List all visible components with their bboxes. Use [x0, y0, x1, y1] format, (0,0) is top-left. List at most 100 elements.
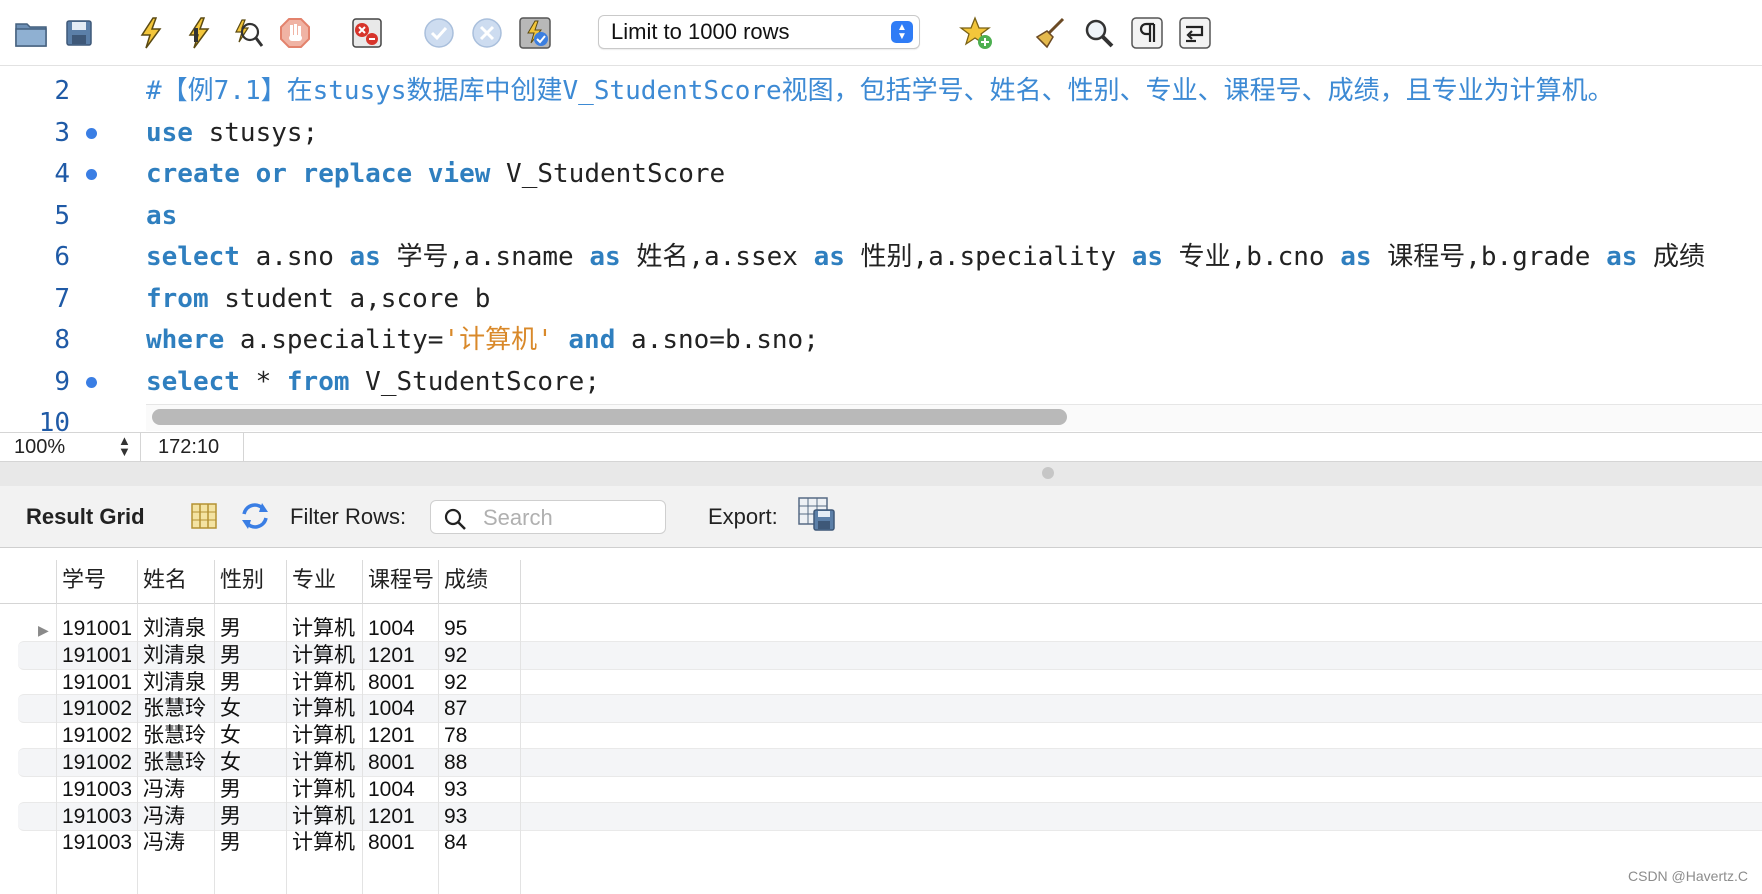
- table-row[interactable]: 191001 刘清泉男 计算机 8001 92: [0, 668, 1762, 698]
- table-cell[interactable]: 计算机: [292, 643, 355, 669]
- table-cell[interactable]: 计算机: [292, 777, 355, 803]
- table-cell[interactable]: 刘清泉: [143, 643, 206, 669]
- table-cell[interactable]: 张慧玲: [143, 696, 206, 722]
- code-line[interactable]: 2 #【例7.1】在stusys数据库中创建V_StudentScore视图，包括…: [0, 70, 1762, 112]
- table-cell[interactable]: 92: [444, 643, 467, 669]
- code-line[interactable]: 4 create or replace view V_StudentScore: [0, 153, 1762, 195]
- table-cell[interactable]: 1201: [368, 723, 415, 749]
- table-cell[interactable]: 78: [444, 723, 467, 749]
- table-cell[interactable]: 1004: [368, 696, 415, 722]
- commit-icon[interactable]: [420, 14, 458, 52]
- table-cell[interactable]: 1201: [368, 643, 415, 669]
- table-cell[interactable]: 女: [220, 750, 241, 776]
- table-cell[interactable]: 1004: [368, 616, 415, 642]
- table-row[interactable]: 191003 冯涛 男 计算机 8001 84: [0, 828, 1762, 858]
- table-cell[interactable]: 88: [444, 750, 467, 776]
- table-row[interactable]: 191002 张慧玲女 计算机 8001 88: [0, 748, 1762, 778]
- table-cell[interactable]: 女: [220, 723, 241, 749]
- table-cell[interactable]: 男: [220, 830, 241, 856]
- code-line[interactable]: 8 where a.speciality='计算机' and a.sno=b.sn…: [0, 319, 1762, 361]
- table-cell[interactable]: 93: [444, 777, 467, 803]
- table-cell[interactable]: 95: [444, 616, 467, 642]
- table-cell[interactable]: 计算机: [292, 696, 355, 722]
- table-cell[interactable]: 191002: [62, 750, 132, 776]
- table-cell[interactable]: 男: [220, 777, 241, 803]
- open-folder-icon[interactable]: [12, 14, 50, 52]
- explain-icon[interactable]: [228, 14, 266, 52]
- code-line[interactable]: 7 from student a,score b: [0, 278, 1762, 320]
- limit-rows-select[interactable]: Limit to 1000 rows ▲ ▼: [598, 15, 920, 49]
- table-row[interactable]: ▶ 191001 刘清泉男 计算机 1004 95: [0, 614, 1762, 644]
- statement-marker-icon[interactable]: [86, 169, 97, 180]
- table-cell[interactable]: 男: [220, 643, 241, 669]
- save-icon[interactable]: [60, 14, 98, 52]
- column-divider[interactable]: [286, 560, 287, 604]
- table-cell[interactable]: 计算机: [292, 804, 355, 830]
- rollback-icon[interactable]: [468, 14, 506, 52]
- find-icon[interactable]: [1080, 14, 1118, 52]
- table-cell[interactable]: 男: [220, 670, 241, 696]
- editor-scroll-thumb[interactable]: [152, 409, 1067, 425]
- table-cell[interactable]: 冯涛: [143, 830, 185, 856]
- column-toggle-icon[interactable]: [190, 501, 218, 536]
- table-row[interactable]: 191003 冯涛 男 计算机 1201 93: [0, 801, 1762, 832]
- column-divider[interactable]: [362, 560, 363, 604]
- column-divider[interactable]: [214, 560, 215, 604]
- table-cell[interactable]: 刘清泉: [143, 670, 206, 696]
- column-divider[interactable]: [520, 560, 521, 604]
- table-cell[interactable]: 191003: [62, 777, 132, 803]
- table-cell[interactable]: 张慧玲: [143, 723, 206, 749]
- table-cell[interactable]: 92: [444, 670, 467, 696]
- bookmark-icon[interactable]: [958, 14, 996, 52]
- code-line[interactable]: 3 use stusys;: [0, 112, 1762, 154]
- refresh-icon[interactable]: [238, 500, 272, 537]
- execute-current-icon[interactable]: [180, 14, 218, 52]
- result-grid[interactable]: 学号 姓名 性别 专业 课程号 成绩 ▶ 191001 刘清泉男计算机 1004 95 191001…: [0, 548, 1762, 894]
- table-cell[interactable]: 冯涛: [143, 777, 185, 803]
- table-cell[interactable]: 191001: [62, 670, 132, 696]
- zoom-stepper-icon[interactable]: ▲ ▼: [118, 434, 131, 458]
- table-cell[interactable]: 1004: [368, 777, 415, 803]
- code-line[interactable]: 9 select * from V_StudentScore;: [0, 361, 1762, 403]
- column-header[interactable]: 性别: [220, 562, 264, 594]
- table-cell[interactable]: 计算机: [292, 723, 355, 749]
- beautify-icon[interactable]: [1032, 14, 1070, 52]
- table-cell[interactable]: 计算机: [292, 616, 355, 642]
- table-cell[interactable]: 191002: [62, 723, 132, 749]
- zoom-level[interactable]: 100%: [14, 436, 65, 459]
- column-header[interactable]: 专业: [292, 562, 336, 594]
- autocommit-icon[interactable]: [516, 14, 554, 52]
- filter-search-input[interactable]: [481, 504, 665, 532]
- statement-marker-icon[interactable]: [86, 376, 97, 388]
- word-wrap-icon[interactable]: [1176, 14, 1214, 52]
- table-cell[interactable]: 191003: [62, 830, 132, 856]
- table-cell[interactable]: 87: [444, 696, 467, 722]
- table-cell[interactable]: 8001: [368, 670, 415, 696]
- statement-marker-icon[interactable]: [86, 127, 97, 139]
- table-cell[interactable]: 93: [444, 804, 467, 830]
- column-divider[interactable]: [56, 560, 57, 604]
- table-cell[interactable]: 191003: [62, 804, 132, 830]
- table-cell[interactable]: 8001: [368, 830, 415, 856]
- panel-splitter[interactable]: [0, 462, 1762, 486]
- table-cell[interactable]: 刘清泉: [143, 616, 206, 642]
- stop-icon[interactable]: [276, 14, 314, 52]
- invisible-chars-icon[interactable]: [1128, 14, 1166, 52]
- table-row[interactable]: 191002 张慧玲女 计算机 1201 78: [0, 721, 1762, 751]
- code-line[interactable]: 5 as: [0, 195, 1762, 237]
- table-cell[interactable]: 女: [220, 696, 241, 722]
- table-cell[interactable]: 191001: [62, 616, 132, 642]
- table-cell[interactable]: 191001: [62, 643, 132, 669]
- code-line[interactable]: 6 select a.sno as 学号,a.sname as 姓名,a.ssex…: [0, 236, 1762, 278]
- table-cell[interactable]: 男: [220, 616, 241, 642]
- column-divider[interactable]: [137, 560, 138, 604]
- table-cell[interactable]: 张慧玲: [143, 750, 206, 776]
- table-row[interactable]: 191002 张慧玲女 计算机 1004 87: [0, 694, 1762, 724]
- toggle-stop-on-error-icon[interactable]: [348, 14, 386, 52]
- table-cell[interactable]: 冯涛: [143, 804, 185, 830]
- table-row[interactable]: 191001 刘清泉男 计算机 1201 92: [0, 640, 1762, 671]
- splitter-handle-icon[interactable]: [1042, 467, 1054, 479]
- export-icon[interactable]: [798, 496, 836, 537]
- table-cell[interactable]: 计算机: [292, 750, 355, 776]
- column-header[interactable]: 学号: [62, 562, 106, 594]
